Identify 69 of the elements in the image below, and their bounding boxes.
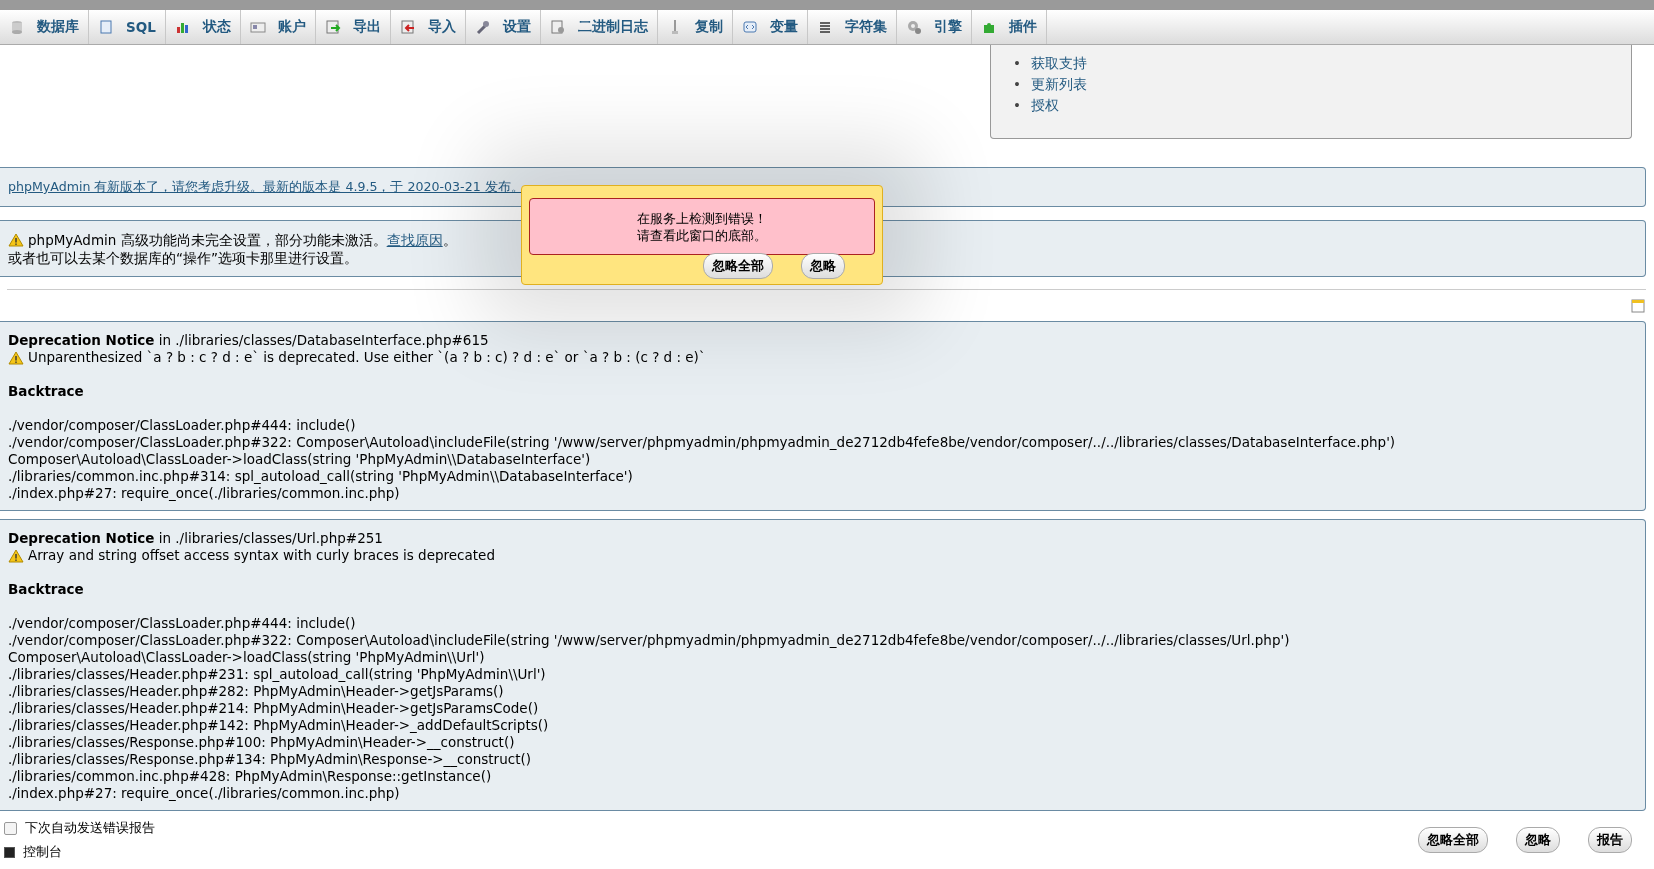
backtrace-line: ./libraries/common.inc.php#428: PhpMyAdmin\Response::getInstance()	[8, 768, 493, 785]
popup-button[interactable]: 忽略全部	[703, 253, 773, 279]
checkbox[interactable]	[4, 821, 17, 835]
error-message: Array and string offset access syntax with curly braces is deprecated	[28, 547, 495, 564]
wrench-icon	[474, 19, 491, 35]
toolbar-tab[interactable]: 导出	[315, 10, 391, 44]
document-icon	[98, 19, 114, 35]
bullet: •	[1013, 96, 1021, 115]
backtrace-line: ./index.php#27: require_once(./libraries/common.inc.php)	[8, 485, 401, 502]
log-file-icon	[549, 19, 566, 35]
popup-button[interactable]: 忽略	[801, 253, 845, 279]
warning-icon	[8, 350, 24, 365]
toolbar-tab[interactable]: 复制	[657, 10, 733, 44]
error-message: Unparenthesized `a ? b : c ? d : e` is deprecated. Use either `(a ? b : c) ? d : e` or `a ? b : (c ? d : e)`	[28, 349, 706, 366]
bullet: •	[1013, 54, 1021, 73]
backtrace-line: ./libraries/classes/Header.php#282: PhpMyAdmin\Header->getJsParams()	[8, 683, 505, 700]
checkbox-label: 下次自动发送错误报告	[25, 819, 155, 837]
popup-text: 请查看此窗口的底部。	[636, 227, 768, 244]
backtrace-line: ./vendor/composer/ClassLoader.php#444: include()	[8, 615, 357, 632]
popup-text: 在服务上检测到错误！	[636, 210, 768, 227]
config-hint: 或者也可以去某个数据库的“操作”选项卡那里进行设置。	[8, 249, 358, 267]
backtrace-line: ./vendor/composer/ClassLoader.php#322: Composer\Autoload\includeFile(string '/www/server/phpmyadmin/phpmyadmin_de2712db4fefe8be/vendor/composer/../../libraries/classes/DatabaseInterface.php')	[8, 434, 1397, 451]
footer-button[interactable]: 忽略	[1516, 827, 1560, 853]
backtrace-line: Composer\Autoload\ClassLoader->loadClass(string 'PhpMyAdmin\\Url')	[8, 649, 486, 666]
toolbar-tab[interactable]: 账户	[240, 10, 316, 44]
backtrace-line: ./libraries/classes/Header.php#231: spl_autoload_call(string 'PhpMyAdmin\\Url')	[8, 666, 547, 683]
toolbar-tab[interactable]: 变量	[732, 10, 808, 44]
panel-link[interactable]: 授权	[1030, 95, 1059, 116]
footer-button[interactable]: 忽略全部	[1418, 827, 1488, 853]
config-message: phpMyAdmin 高级功能尚未完全设置，部分功能未激活。查找原因。	[28, 231, 457, 249]
backtrace-line: ./libraries/common.inc.php#314: spl_autoload_call(string 'PhpMyAdmin\\DatabaseInterface')	[8, 468, 634, 485]
find-reason-link[interactable]: 查找原因	[386, 232, 443, 248]
toolbar-tab[interactable]: 二进制日志	[540, 10, 658, 44]
toolbar-tab[interactable]: 字符集	[807, 10, 897, 44]
console-toggle[interactable]: 控制台	[23, 843, 62, 861]
id-card-icon	[249, 19, 266, 35]
backtrace-line: ./index.php#27: require_once(./libraries/common.inc.php)	[8, 785, 401, 802]
bullet: •	[1013, 75, 1021, 94]
window-icon[interactable]	[1631, 298, 1645, 313]
import-icon	[399, 19, 416, 35]
warning-icon	[8, 233, 24, 247]
code-icon	[741, 19, 758, 35]
backtrace-line: ./libraries/classes/Response.php#134: PhpMyAdmin\Response->__construct()	[8, 751, 532, 768]
toolbar-tab[interactable]: 插件	[971, 10, 1047, 44]
toolbar-tab[interactable]: 引擎	[896, 10, 972, 44]
backtrace-line: ./vendor/composer/ClassLoader.php#322: Composer\Autoload\includeFile(string '/www/server/phpmyadmin/phpmyadmin_de2712db4fefe8be/vendor/composer/../../libraries/classes/Url.php')	[8, 632, 1291, 649]
backtrace-title: Backtrace	[8, 383, 85, 400]
toolbar-tab[interactable]: SQL	[89, 10, 166, 44]
database-icon	[9, 19, 25, 35]
backtrace-line: ./libraries/classes/Header.php#142: PhpMyAdmin\Header->_addDefaultScripts()	[8, 717, 550, 734]
backtrace-title: Backtrace	[8, 581, 85, 598]
warning-icon	[8, 548, 24, 563]
export-icon	[324, 19, 341, 35]
panel-link[interactable]: 获取支持	[1030, 53, 1087, 74]
footer-button[interactable]: 报告	[1588, 827, 1632, 853]
backtrace-line: ./vendor/composer/ClassLoader.php#444: include()	[8, 417, 357, 434]
toolbar-tab[interactable]: 状态	[165, 10, 241, 44]
panel-link[interactable]: 更新列表	[1030, 74, 1087, 95]
backtrace-line: ./libraries/classes/Response.php#100: PhpMyAdmin\Header->__construct()	[8, 734, 516, 751]
gear-icon	[905, 19, 922, 35]
backtrace-line: ./libraries/classes/Header.php#214: PhpMyAdmin\Header->getJsParamsCode()	[8, 700, 540, 717]
backtrace-line: Composer\Autoload\ClassLoader->loadClass(string 'PhpMyAdmin\\DatabaseInterface')	[8, 451, 592, 468]
toolbar-tab[interactable]: 数据库	[0, 10, 89, 44]
error-heading: Deprecation Notice in ./libraries/classes/Url.php#251	[8, 530, 384, 547]
toolbar-tab[interactable]: 导入	[390, 10, 466, 44]
toolbar-tab[interactable]: 设置	[465, 10, 541, 44]
update-link[interactable]: phpMyAdmin 有新版本了，请您考虑升级。最新的版本是 4.9.5，于 2020-03-21 发布。	[8, 179, 524, 194]
error-heading: Deprecation Notice in ./libraries/classes/DatabaseInterface.php#615	[8, 332, 490, 349]
console-icon	[4, 846, 15, 858]
